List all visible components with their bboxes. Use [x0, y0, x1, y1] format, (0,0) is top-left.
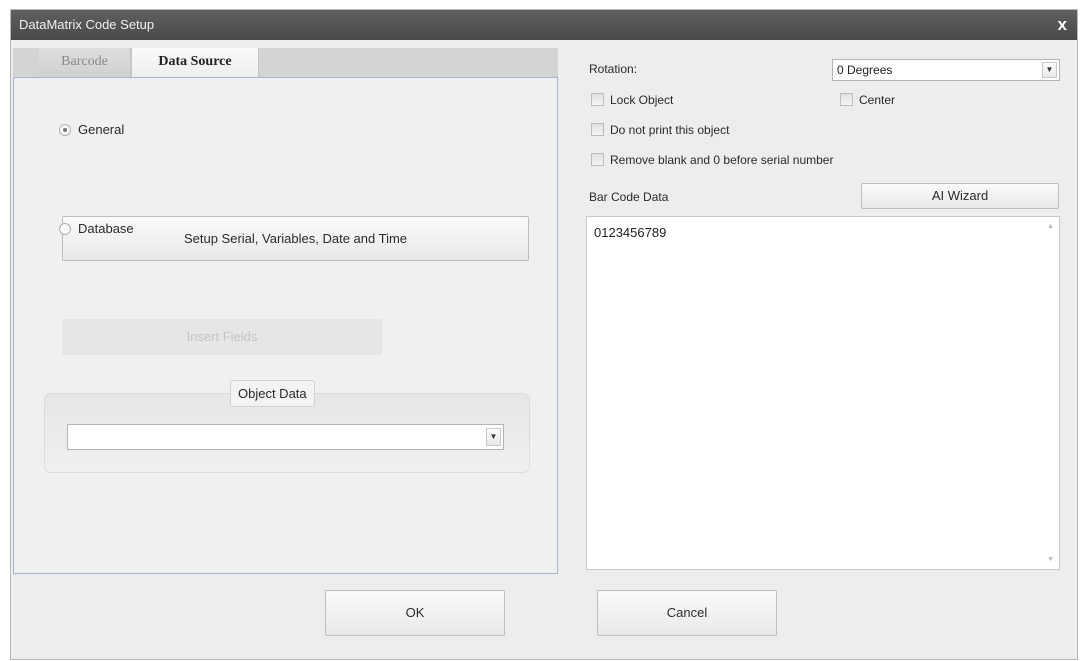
bar-code-data-textarea[interactable]: 0123456789 ▲ ▼ [586, 216, 1060, 570]
lock-object-checkbox[interactable] [591, 93, 604, 106]
database-radio[interactable] [59, 223, 71, 235]
setup-dialog: DataMatrix Code Setup x Barcode Data Sou… [10, 9, 1078, 660]
remove-blank-checkbox[interactable] [591, 153, 604, 166]
close-icon[interactable]: x [1058, 15, 1067, 35]
ai-wizard-button[interactable]: AI Wizard [861, 183, 1059, 209]
bar-code-data-value: 0123456789 [594, 225, 667, 240]
tab-strip: Barcode Data Source [13, 48, 558, 77]
ok-button[interactable]: OK [325, 590, 505, 636]
tab-data-source[interactable]: Data Source [131, 48, 259, 77]
general-radio[interactable] [59, 124, 71, 136]
object-data-label: Object Data [230, 380, 315, 407]
lock-object-label: Lock Object [610, 93, 674, 107]
do-not-print-label: Do not print this object [610, 123, 730, 137]
data-source-panel: General Setup Serial, Variables, Date an… [13, 77, 558, 574]
chevron-down-icon[interactable]: ▼ [486, 428, 501, 446]
scroll-up-icon[interactable]: ▲ [1047, 223, 1054, 230]
remove-blank-label: Remove blank and 0 before serial number [610, 153, 834, 167]
scroll-down-icon[interactable]: ▼ [1047, 556, 1054, 563]
chevron-down-icon[interactable]: ▼ [1042, 62, 1057, 78]
tab-barcode[interactable]: Barcode [39, 48, 131, 77]
center-checkbox[interactable] [840, 93, 853, 106]
rotation-label: Rotation: [589, 62, 638, 76]
rotation-value: 0 Degrees [837, 63, 893, 77]
general-label: General [78, 122, 125, 137]
title-bar[interactable]: DataMatrix Code Setup x [11, 10, 1077, 40]
cancel-button[interactable]: Cancel [597, 590, 777, 636]
bar-code-data-label: Bar Code Data [589, 190, 669, 204]
do-not-print-checkbox[interactable] [591, 123, 604, 136]
rotation-dropdown[interactable]: 0 Degrees ▼ [832, 59, 1060, 81]
insert-fields-button: Insert Fields [62, 319, 382, 355]
window-title: DataMatrix Code Setup [19, 17, 155, 32]
database-label: Database [78, 221, 134, 236]
object-data-dropdown[interactable]: ▼ [67, 424, 504, 450]
center-label: Center [859, 93, 896, 107]
